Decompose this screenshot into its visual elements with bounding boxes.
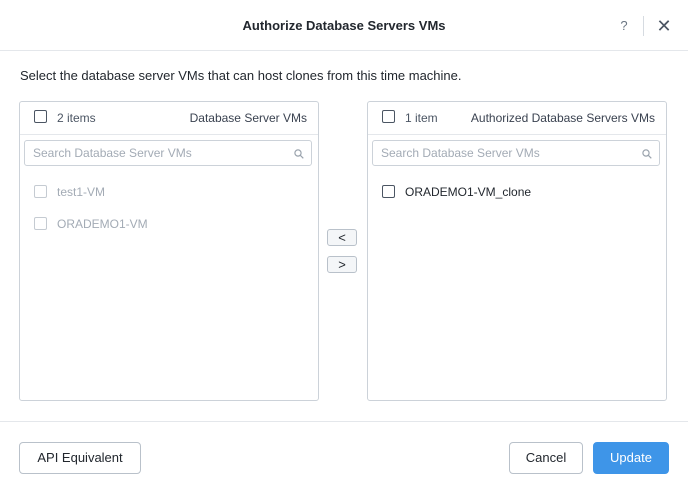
help-icon[interactable]: ? <box>617 17 631 35</box>
search-icon <box>642 149 652 159</box>
select-all-authorized-checkbox[interactable] <box>382 110 395 123</box>
header-divider <box>643 16 644 36</box>
api-equivalent-button[interactable]: API Equivalent <box>19 442 141 474</box>
search-icon <box>294 149 304 159</box>
item-checkbox[interactable] <box>382 185 395 198</box>
available-count: 2 items <box>57 111 96 125</box>
close-icon[interactable]: ✕ <box>655 17 673 35</box>
available-vms-panel-header: 2 items Database Server VMs <box>20 102 318 135</box>
available-vms-panel: 2 items Database Server VMs test1-VM ORA… <box>19 101 319 401</box>
dialog-title: Authorize Database Servers VMs <box>242 18 446 33</box>
authorized-count: 1 item <box>405 111 438 125</box>
dialog-footer: API Equivalent Cancel Update <box>0 421 688 493</box>
available-search-input[interactable] <box>24 140 312 166</box>
available-panel-title: Database Server VMs <box>189 111 307 125</box>
item-checkbox[interactable] <box>34 185 47 198</box>
dialog-header: Authorize Database Servers VMs ? ✕ <box>0 0 688 51</box>
select-all-available-checkbox[interactable] <box>34 110 47 123</box>
authorized-vms-panel: 1 item Authorized Database Servers VMs O… <box>367 101 667 401</box>
cancel-button[interactable]: Cancel <box>509 442 583 474</box>
update-button[interactable]: Update <box>593 442 669 474</box>
move-right-button[interactable]: > <box>327 256 357 273</box>
instruction-text: Select the database server VMs that can … <box>20 68 462 83</box>
item-label: ORADEMO1-VM_clone <box>405 185 532 199</box>
authorized-vms-panel-header: 1 item Authorized Database Servers VMs <box>368 102 666 135</box>
authorized-search-input[interactable] <box>372 140 660 166</box>
move-left-button[interactable]: < <box>327 229 357 246</box>
authorized-panel-title: Authorized Database Servers VMs <box>470 111 655 125</box>
item-label: ORADEMO1-VM <box>57 217 148 231</box>
item-checkbox[interactable] <box>34 217 47 230</box>
item-label: test1-VM <box>57 185 106 199</box>
